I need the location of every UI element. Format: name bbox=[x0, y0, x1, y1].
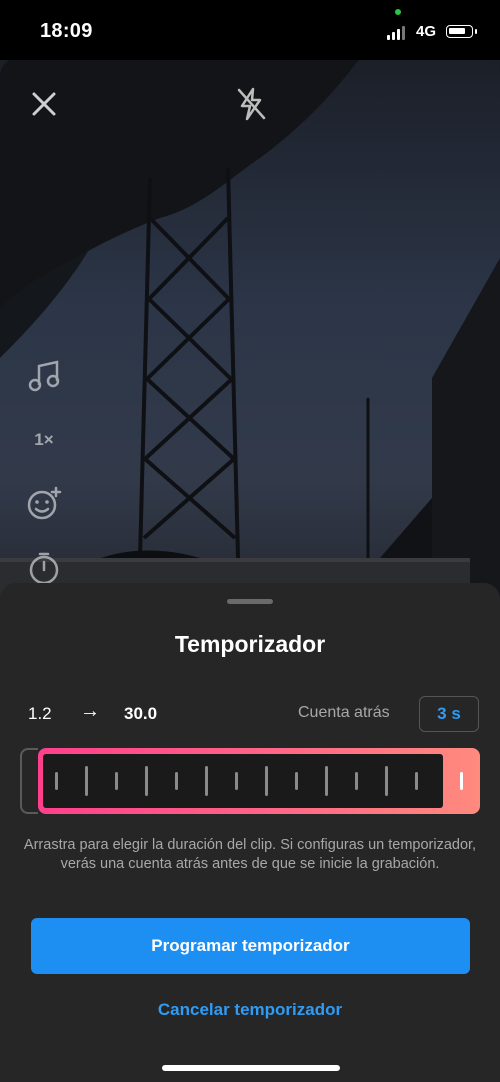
helper-text: Arrastra para elegir la duración del cli… bbox=[23, 837, 477, 872]
arrow-right-icon: → bbox=[80, 700, 100, 722]
effects-icon[interactable] bbox=[25, 485, 63, 523]
start-time-value: 1.2 bbox=[28, 704, 52, 723]
slider-tick bbox=[55, 772, 58, 790]
speed-label: 1× bbox=[34, 430, 54, 449]
flash-off-icon[interactable] bbox=[234, 86, 268, 122]
slider-tick bbox=[85, 766, 88, 796]
sheet-title: Temporizador bbox=[174, 631, 326, 657]
slider-right-handle[interactable] bbox=[460, 772, 463, 790]
slider-tick bbox=[235, 772, 238, 790]
slider-tick bbox=[175, 772, 178, 790]
slider-track bbox=[43, 754, 443, 808]
speed-icon[interactable]: 1× bbox=[25, 421, 63, 459]
home-indicator[interactable] bbox=[162, 1065, 340, 1071]
cancel-timer-button[interactable]: Cancelar temporizador bbox=[0, 1000, 500, 1020]
cellular-signal-icon bbox=[387, 26, 405, 40]
set-timer-button[interactable]: Programar temporizador bbox=[31, 918, 470, 974]
camera-viewfinder bbox=[0, 58, 500, 600]
duration-row: 1.2 → 30.0 Cuenta atrás 3 s bbox=[0, 693, 500, 733]
slider-tick bbox=[265, 766, 268, 796]
slider-tick bbox=[385, 766, 388, 796]
slider-tick bbox=[115, 772, 118, 790]
countdown-label: Cuenta atrás bbox=[298, 704, 390, 721]
camera-scene bbox=[0, 58, 500, 600]
slider-tick bbox=[145, 766, 148, 796]
network-type: 4G bbox=[416, 23, 437, 40]
privacy-indicator-dot bbox=[395, 9, 401, 15]
duration-slider[interactable] bbox=[20, 748, 480, 814]
end-time-value: 30.0 bbox=[124, 704, 158, 723]
slider-tick bbox=[325, 766, 328, 796]
sheet-grabber[interactable] bbox=[227, 599, 273, 604]
status-bar: 18:09 4G bbox=[0, 0, 500, 60]
slider-tick bbox=[205, 766, 208, 796]
battery-icon bbox=[446, 25, 477, 38]
close-icon[interactable] bbox=[28, 88, 60, 120]
timer-bottom-sheet: Temporizador 1.2 → 30.0 Cuenta atrás 3 s… bbox=[0, 583, 500, 1082]
slider-tick bbox=[295, 772, 298, 790]
music-icon[interactable] bbox=[25, 357, 63, 395]
slider-tick bbox=[355, 772, 358, 790]
countdown-selector[interactable]: 3 s bbox=[419, 696, 479, 732]
slider-left-handle[interactable] bbox=[20, 748, 38, 814]
slider-tick bbox=[415, 772, 418, 790]
status-time: 18:09 bbox=[40, 20, 93, 42]
timer-icon[interactable] bbox=[25, 549, 63, 587]
